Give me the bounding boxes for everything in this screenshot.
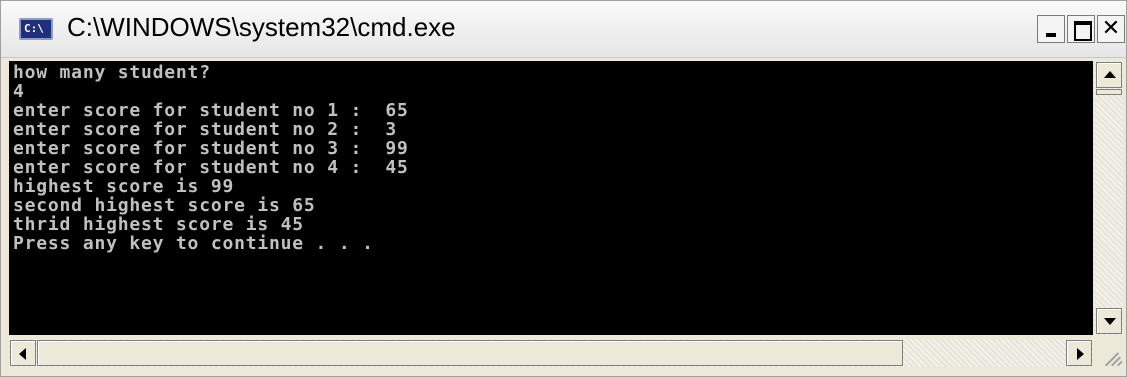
vertical-scrollbar[interactable]	[1095, 61, 1123, 335]
console-app-icon[interactable]: C:\	[19, 18, 53, 40]
console-line: how many student?	[13, 62, 211, 83]
console-line: enter score for student no 2 : 3	[13, 119, 398, 140]
scroll-up-button[interactable]	[1096, 62, 1122, 88]
console-line: Press any key to continue . . .	[13, 233, 374, 254]
vertical-scroll-thumb[interactable]	[1096, 89, 1122, 95]
arrow-left-icon	[19, 348, 26, 360]
arrow-down-icon	[1104, 318, 1116, 325]
console-output[interactable]: how many student? 4 enter score for stud…	[9, 61, 1093, 335]
cmd-window: C:\ C:\WINDOWS\system32\cmd.exe ✕ how ma…	[0, 0, 1127, 377]
console-line: enter score for student no 1 : 65	[13, 100, 409, 121]
arrow-right-icon	[1077, 348, 1084, 360]
console-line: highest score is 99	[13, 176, 235, 197]
console-line: enter score for student no 3 : 99	[13, 138, 409, 159]
console-line: thrid highest score is 45	[13, 214, 304, 235]
title-bar[interactable]: C:\ C:\WINDOWS\system32\cmd.exe ✕	[1, 1, 1126, 58]
arrow-up-icon	[1104, 71, 1116, 78]
console-line: second highest score is 65	[13, 195, 316, 216]
horizontal-scrollbar[interactable]	[9, 339, 1093, 367]
console-line: enter score for student no 4 : 45	[13, 157, 409, 178]
maximize-button[interactable]	[1067, 15, 1095, 43]
resize-grip-icon[interactable]	[1097, 341, 1123, 367]
scroll-left-button[interactable]	[10, 340, 36, 366]
minimize-icon	[1046, 33, 1056, 37]
console-line: 4	[13, 81, 25, 102]
maximize-icon	[1074, 21, 1092, 41]
close-icon: ✕	[1101, 16, 1121, 41]
horizontal-scroll-thumb[interactable]	[37, 340, 903, 366]
window-title: C:\WINDOWS\system32\cmd.exe	[67, 12, 456, 42]
close-button[interactable]: ✕	[1097, 15, 1125, 43]
scroll-down-button[interactable]	[1096, 308, 1122, 334]
scroll-right-button[interactable]	[1066, 340, 1092, 366]
minimize-button[interactable]	[1037, 15, 1065, 43]
